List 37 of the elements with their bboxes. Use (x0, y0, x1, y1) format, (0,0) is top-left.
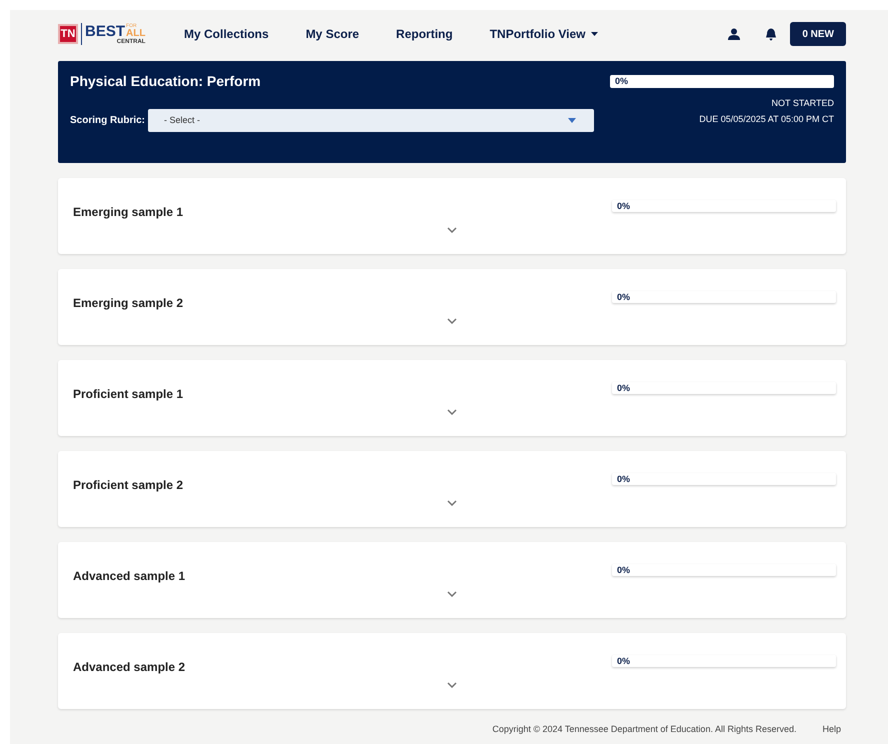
bell-icon[interactable] (765, 28, 778, 40)
chevron-icon[interactable] (447, 500, 457, 506)
progress-reading: 0% (617, 656, 630, 666)
rubric-select[interactable]: - Select - (148, 109, 594, 132)
caret-icon (568, 118, 576, 123)
sample-title: Emerging sample 2 (73, 295, 184, 312)
new-button[interactable]: 0 NEW (790, 22, 846, 46)
sample-title: Advanced sample 2 (73, 659, 186, 676)
status-text: NOT STARTED (771, 97, 834, 110)
logo-text: ALL (126, 28, 146, 38)
logo-text: BEST (85, 24, 126, 38)
chevron-icon[interactable] (447, 682, 457, 688)
sample-title: Advanced sample 1 (73, 568, 186, 585)
chevron-icon[interactable] (447, 591, 457, 597)
sample-title: Proficient sample 1 (73, 386, 184, 403)
nav-link[interactable]: My Score (306, 25, 360, 43)
progress-reading: 0% (615, 77, 628, 86)
chevron-icon[interactable] (447, 318, 457, 324)
rubric-label: Scoring Rubric: (70, 114, 146, 128)
nav-link[interactable]: My Collections (184, 25, 269, 43)
nav-link[interactable]: Reporting (396, 25, 453, 43)
chevron-icon[interactable] (447, 227, 457, 233)
due-date: DUE 05/05/2025 AT 05:00 PM CT (699, 112, 834, 126)
copyright-text: Copyright © 2024 Tennessee Department of Education. All Rights Reserved. (492, 723, 796, 736)
chevron-icon[interactable] (447, 409, 457, 415)
progress-reading: 0% (617, 292, 630, 302)
progress-reading: 0% (617, 202, 630, 210)
user-icon[interactable] (728, 28, 740, 40)
progress-reading: 0% (617, 384, 630, 392)
assignment-title: Physical Education: Perform (70, 72, 262, 91)
help-link[interactable]: Help (822, 723, 841, 736)
logo-badge: TN (58, 24, 78, 44)
nav-link[interactable]: TNPortfolio View (490, 25, 598, 43)
sample-title: Proficient sample 2 (73, 477, 184, 494)
progress-reading: 0% (617, 566, 630, 574)
sample-title: Emerging sample 1 (73, 204, 184, 221)
progress-reading: 0% (617, 474, 630, 484)
